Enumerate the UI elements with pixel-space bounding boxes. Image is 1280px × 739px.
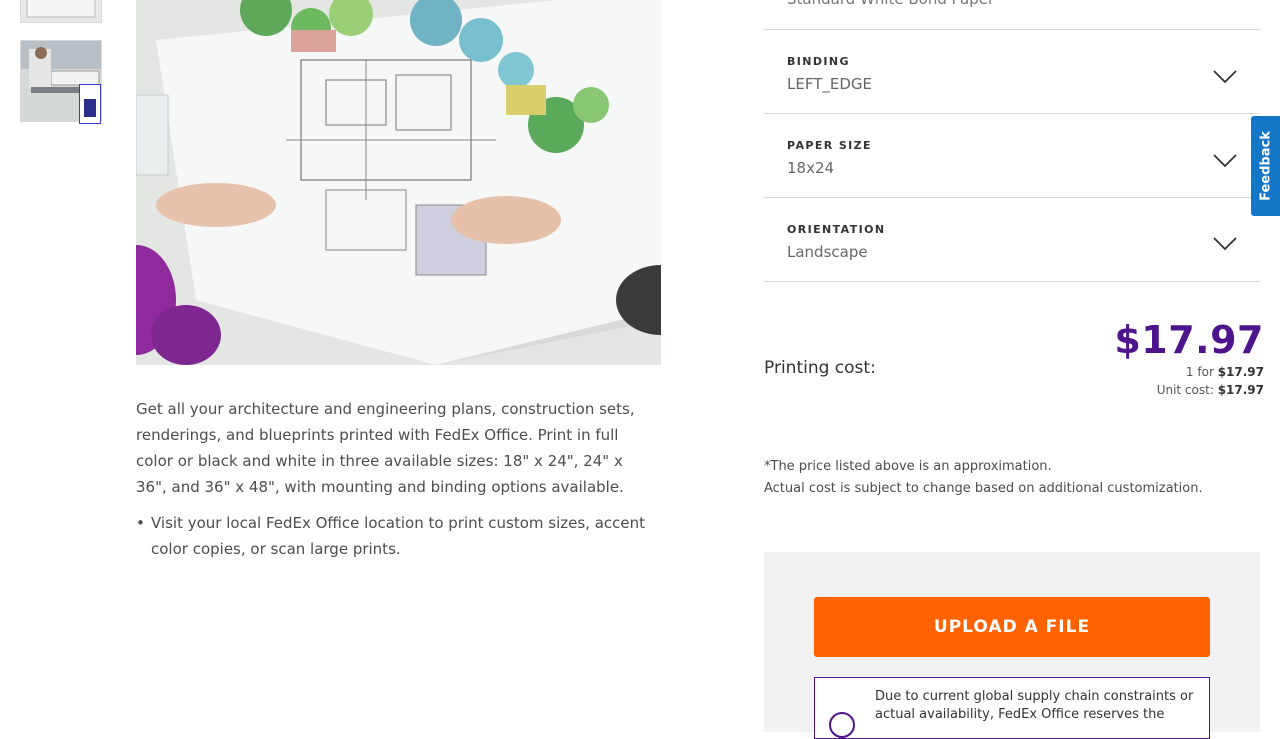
unit-cost: Unit cost: $17.97 <box>1157 383 1264 397</box>
quantity-price-value: $17.97 <box>1217 365 1264 379</box>
unit-cost-value: $17.97 <box>1217 383 1264 397</box>
orientation-dropdown-toggle[interactable] <box>1209 227 1241 257</box>
chevron-down-icon <box>1213 237 1237 251</box>
thumbnail-scroll-bar <box>84 99 96 117</box>
info-icon <box>829 712 855 738</box>
total-price: $17.97 <box>1114 318 1264 362</box>
paper-size-value: 18x24 <box>787 159 835 177</box>
printing-cost-label: Printing cost: <box>764 358 876 378</box>
product-description: Get all your architecture and engineerin… <box>136 396 656 562</box>
quantity-price: 1 for $17.97 <box>1186 365 1264 379</box>
thumbnail-1[interactable] <box>20 0 102 23</box>
unit-cost-prefix: Unit cost: <box>1156 383 1218 397</box>
orientation-label: ORIENTATION <box>787 223 886 236</box>
divider <box>764 197 1260 198</box>
binding-value: LEFT_EDGE <box>787 75 872 93</box>
description-paragraph: Get all your architecture and engineerin… <box>136 400 635 496</box>
quantity-price-prefix: 1 for <box>1185 365 1218 379</box>
upload-file-button[interactable]: UPLOAD A FILE <box>814 597 1210 657</box>
material-value: Standard White Bond Paper <box>787 0 994 8</box>
feedback-label: Feedback <box>1258 131 1273 201</box>
chevron-down-icon <box>1213 154 1237 168</box>
paper-size-dropdown-toggle[interactable] <box>1209 144 1241 174</box>
price-disclaimer: *The price listed above is an approximat… <box>764 459 1052 474</box>
product-hero-image <box>136 0 661 365</box>
binding-dropdown-toggle[interactable] <box>1209 60 1241 90</box>
thumbnail-1-image <box>21 0 101 22</box>
thumbnail-scroll-indicator[interactable] <box>79 84 101 124</box>
divider <box>764 113 1260 114</box>
divider <box>764 281 1260 282</box>
binding-label: BINDING <box>787 55 850 68</box>
description-bullet: Visit your local FedEx Office location t… <box>136 510 656 562</box>
upload-panel: UPLOAD A FILE Due to current global supp… <box>764 552 1260 739</box>
divider <box>764 29 1260 30</box>
orientation-value: Landscape <box>787 243 868 261</box>
supply-chain-notice: Due to current global supply chain const… <box>814 677 1210 739</box>
chevron-down-icon <box>1213 70 1237 84</box>
paper-size-label: PAPER SIZE <box>787 139 872 152</box>
blueprint-illustration <box>136 0 661 365</box>
notice-text: Due to current global supply chain const… <box>875 689 1194 722</box>
price-disclaimer-detail: Actual cost is subject to change based o… <box>764 481 1203 496</box>
feedback-tab[interactable]: Feedback <box>1251 116 1280 216</box>
